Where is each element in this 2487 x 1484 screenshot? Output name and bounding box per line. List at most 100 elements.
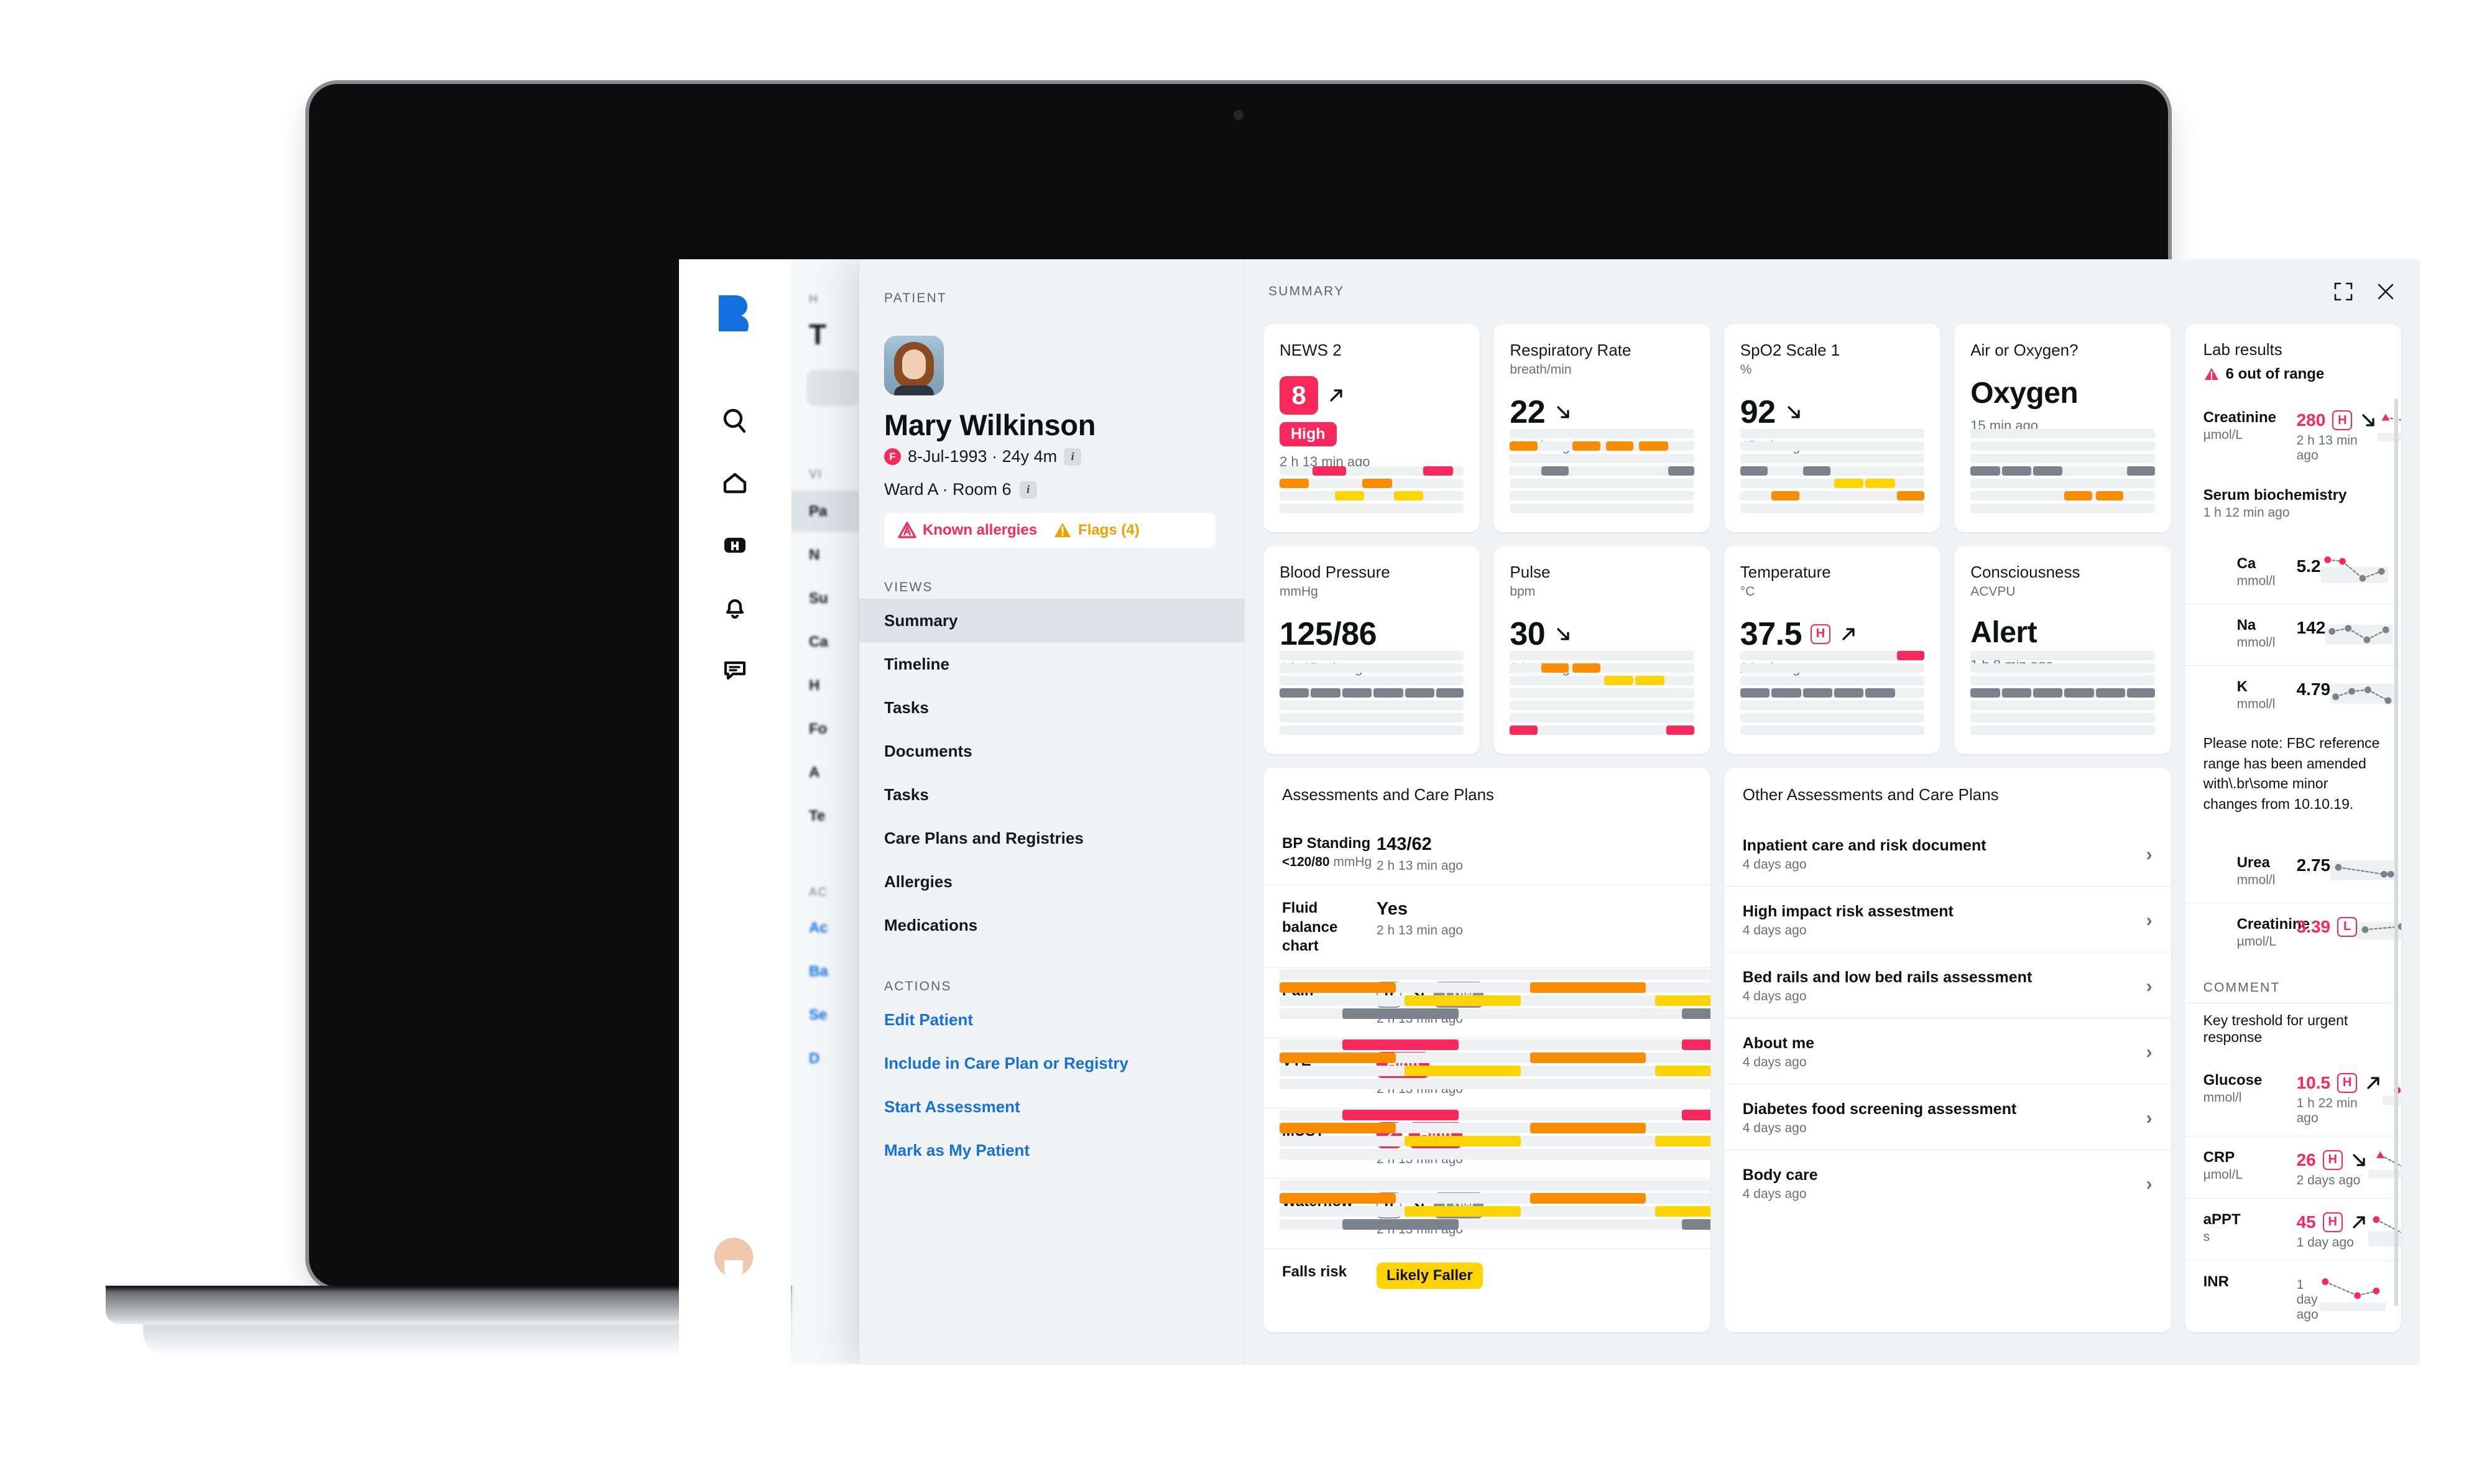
sidebar-item-tasks-2[interactable]: Tasks [859, 773, 1244, 816]
lab-row[interactable]: Kmmol/l 4.79 [2184, 665, 2401, 727]
bg-link-4: D [809, 1050, 820, 1067]
sparkline-cell [1666, 726, 1694, 735]
sparkline-cell [1405, 1066, 1521, 1077]
sidebar-item-summary[interactable]: Summary [859, 599, 1244, 642]
lab-row[interactable]: INR 1 day ago [2184, 1260, 2401, 1332]
allergy-flag[interactable]: Known allergies [898, 522, 1037, 539]
bell-icon[interactable] [679, 576, 791, 638]
lab-timestamp: 1 day ago [2296, 1235, 2354, 1250]
sparkline-row [1280, 713, 1464, 722]
lab-analyte-name: Urea [2236, 854, 2270, 871]
sparkline-row [1970, 504, 2155, 513]
location-info-icon[interactable]: i [1019, 481, 1037, 499]
current-user-avatar[interactable] [714, 1238, 753, 1276]
sparkline-cell [1802, 688, 1832, 698]
lab-row[interactable]: Urea mmol/l 2.75 [2185, 842, 2401, 903]
lab-row[interactable]: Glucose mmol/l 10.5 H 1 h 22 min ago [2185, 1059, 2401, 1136]
other-assessment-row[interactable]: High impact risk assestment 4 days ago › [1723, 886, 2171, 952]
sidebar-item-tasks[interactable]: Tasks [859, 686, 1244, 729]
vital-card-respiratory-rate[interactable]: Respiratory Ratebreath/min2212 min ago [1493, 324, 1710, 532]
sidebar-item-documents[interactable]: Documents [859, 729, 1244, 773]
bg-item-7: A [809, 764, 820, 781]
lab-row[interactable]: Creatinine µmol/L 3.39 L [2184, 902, 2401, 964]
action-include-care-plan[interactable]: Include in Care Plan or Registry [859, 1041, 1244, 1085]
lab-value: 26 [2296, 1150, 2316, 1169]
vital-card-consciousness[interactable]: ConsciousnessACVPUAlert1 h 8 min ago [1954, 546, 2171, 754]
lab-row[interactable]: Na mmol/l 142 [2184, 604, 2401, 665]
sparkline-cell [1311, 688, 1340, 698]
chevron-right-icon: › [2146, 1041, 2152, 1062]
vital-card-pulse[interactable]: Pulsebpm3024 min ago [1493, 546, 1710, 754]
action-edit-patient[interactable]: Edit Patient [859, 998, 1244, 1041]
lab-row[interactable]: CRP µmol/L 26 H 2 days ago [2184, 1135, 2401, 1198]
assessment-row[interactable]: VTEHigh2 h 13 min ago [1263, 1038, 1710, 1108]
sparkline-row [1740, 651, 1925, 660]
vital-card-blood-pressure[interactable]: Blood PressuremmHg125/861 h 25 min ago [1263, 546, 1480, 754]
assessment-row[interactable]: Falls risk Likely Faller [1263, 1248, 1710, 1306]
vital-title: Respiratory Rate [1510, 341, 1631, 359]
sparkline-cell [1654, 995, 1710, 1007]
sparkline [1970, 651, 2155, 738]
sparkline-cell [1342, 1110, 1459, 1121]
lab-analyte-name: Glucose [2203, 1071, 2263, 1089]
b-logo-icon[interactable] [714, 293, 752, 338]
sparkline-cell [1681, 1219, 1710, 1230]
expand-icon[interactable] [2333, 281, 2354, 302]
sparkline-cell [2127, 688, 2155, 698]
other-assessment-timestamp: 4 days ago [1742, 989, 1807, 1003]
sparkline-row [1970, 663, 2155, 673]
sparkline-cell [1342, 1219, 1459, 1230]
lab-row[interactable]: Creatinine µmol/L 280 H 2 h 13 min ago [2185, 397, 2401, 473]
home-icon[interactable] [679, 452, 791, 514]
search-icon[interactable] [679, 390, 791, 452]
lab-trend-chart [2325, 624, 2393, 645]
action-mark-my-patient[interactable]: Mark as My Patient [859, 1128, 1244, 1172]
vital-card-news-2[interactable]: NEWS 2 8 High 2 h 13 min ago [1263, 324, 1480, 532]
flags-flag[interactable]: Flags (4) [1053, 522, 1140, 539]
hospital-icon[interactable] [679, 514, 791, 576]
sparkline-row [1510, 491, 1694, 500]
lab-scrollbar[interactable] [2394, 399, 2398, 1306]
vital-unit: bpm [1510, 584, 1536, 599]
other-assessment-row[interactable]: Inpatient care and risk document 4 days a… [1724, 821, 2171, 886]
bg-item-6: Fo [809, 721, 828, 737]
vital-value: Oxygen [1970, 376, 2079, 410]
vital-card-temperature[interactable]: Temperature°C37.5H24 min ago [1723, 546, 1941, 754]
vital-card-air-or-oxygen[interactable]: Air or Oxygen? Oxygen 15 min ago [1954, 324, 2171, 532]
patient-info-icon[interactable]: i [1064, 448, 1082, 466]
lab-analyte-unit: µmol/L [2236, 934, 2277, 949]
app-icon-rail [679, 259, 791, 1365]
assessment-row[interactable]: BP Standing <120/80 mmHg 143/62 2 h 13 min … [1263, 821, 1710, 885]
sparkline [1510, 651, 1694, 738]
other-assessment-row[interactable]: Body care 4 days ago › [1723, 1150, 2171, 1215]
sparkline-cell [1423, 466, 1453, 476]
chat-icon[interactable] [679, 638, 791, 701]
sparkline-row [1740, 491, 1925, 500]
lab-warning-text: 6 out of range [2225, 366, 2325, 382]
other-assessment-row[interactable]: About me 4 days ago › [1723, 1018, 2171, 1084]
lab-analyte-name: aPPT [2203, 1210, 2241, 1228]
patient-location-row: Ward A · Room 6 i [884, 480, 1244, 499]
assessment-row[interactable]: Fluid balance chart Yes 2 h 13 min ago [1263, 885, 1710, 967]
assessment-row[interactable]: MUST2High2 h 13 min ago [1263, 1108, 1710, 1178]
other-assessment-row[interactable]: Bed rails and low bed rails assessment 4 … [1723, 952, 2171, 1018]
sidebar-item-timeline[interactable]: Timeline [859, 642, 1244, 686]
lab-row[interactable]: Ca mmol/l 5.2 [2185, 543, 2401, 604]
assessment-row[interactable]: Pain0Low2 h 13 min ago [1263, 967, 1710, 1038]
sparkline-cell [2064, 491, 2092, 500]
sidebar-item-care-plans[interactable]: Care Plans and Registries [859, 816, 1244, 860]
close-icon[interactable] [2375, 281, 2396, 302]
summary-header: SUMMARY [1245, 259, 2420, 324]
sparkline-row [1970, 651, 2155, 660]
vital-card-spo2-scale-1[interactable]: SpO2 Scale 1%9245 min ago [1723, 324, 1941, 532]
assessment-row[interactable]: Waterflow0Low2 h 13 min ago [1263, 1178, 1710, 1248]
sparkline-row [1740, 479, 1925, 488]
sparkline-row [1740, 688, 1925, 698]
warning-triangle-icon [2204, 368, 2218, 380]
sidebar-item-allergies[interactable]: Allergies [859, 860, 1244, 903]
lab-row[interactable]: aPPT s 45 H 1 day ago [2184, 1197, 2401, 1260]
other-assessment-row[interactable]: Diabetes food screening assessment 4 days… [1723, 1084, 2171, 1150]
action-start-assessment[interactable]: Start Assessment [859, 1085, 1244, 1128]
assessment-name: Falls risk [1282, 1263, 1347, 1281]
sidebar-item-medications[interactable]: Medications [859, 903, 1244, 947]
